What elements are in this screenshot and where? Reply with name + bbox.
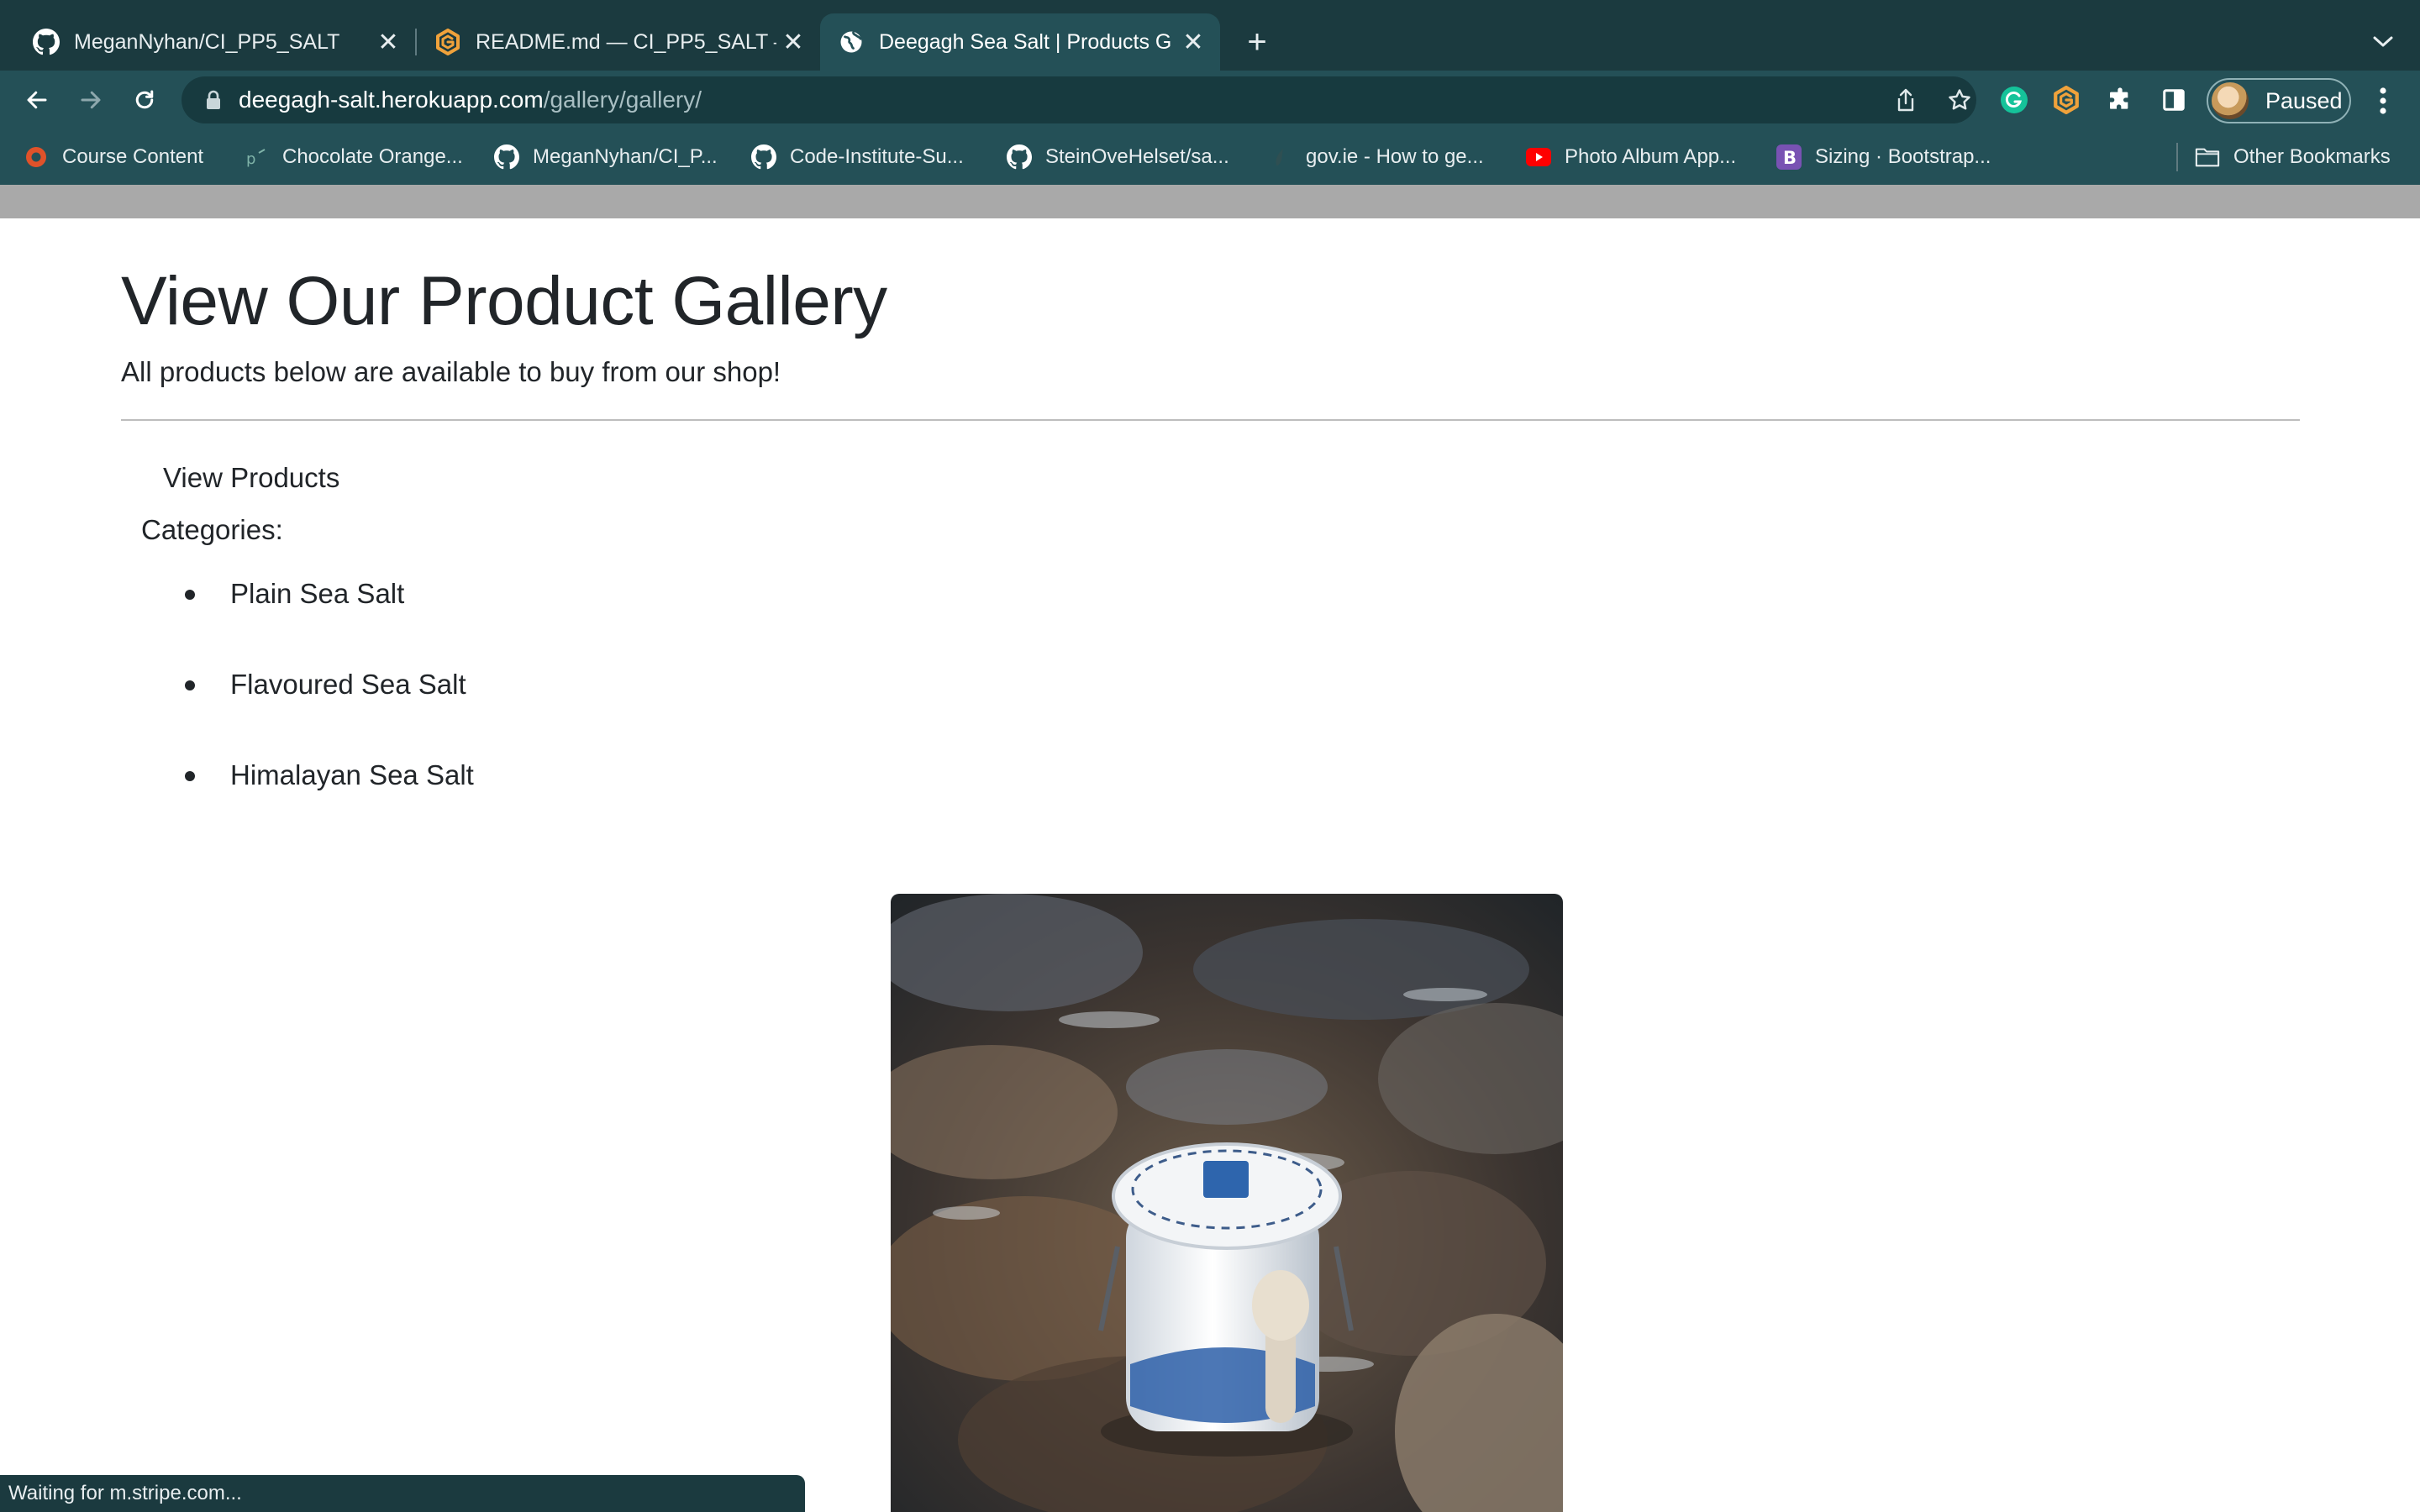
tab-title: MeganNyhan/CI_PP5_SALT: [74, 29, 340, 54]
globe-icon: [837, 28, 865, 56]
tab-github[interactable]: MeganNyhan/CI_PP5_SALT ✕: [0, 13, 415, 71]
bookmark-course-content[interactable]: Course Content: [24, 138, 203, 176]
site-header-bar: [0, 185, 2420, 218]
category-list: Plain Sea Salt Flavoured Sea Salt Himala…: [180, 578, 474, 850]
close-tab-icon[interactable]: ✕: [1176, 25, 1210, 59]
github-icon: [32, 28, 60, 56]
gitpod-icon: [434, 28, 462, 56]
close-tab-icon[interactable]: ✕: [371, 25, 405, 59]
pixel-icon: p: [244, 144, 269, 170]
page-lead: All products below are available to buy …: [121, 356, 781, 387]
bookmark-label: gov.ie - How to ge...: [1306, 145, 1484, 168]
github-icon: [751, 144, 776, 170]
category-item-plain[interactable]: Plain Sea Salt: [180, 578, 474, 669]
forward-icon[interactable]: [71, 80, 111, 120]
bookmark-govie[interactable]: gov.ie - How to ge...: [1267, 138, 1484, 176]
bookmark-label: Code-Institute-Su...: [790, 145, 964, 168]
youtube-icon: [1526, 144, 1551, 170]
github-icon: [494, 144, 519, 170]
category-item-himalayan[interactable]: Himalayan Sea Salt: [180, 759, 474, 850]
url-text: deegagh-salt.herokuapp.com/gallery/galle…: [239, 87, 702, 113]
url-host: deegagh-salt.herokuapp.com: [239, 87, 544, 113]
svg-text:B: B: [1783, 148, 1797, 168]
divider: [121, 419, 2300, 421]
star-icon[interactable]: [1944, 85, 1975, 115]
bookmarks-separator: [2176, 143, 2178, 171]
categories-label: Categories:: [141, 514, 283, 545]
profile-button[interactable]: Paused: [2207, 78, 2351, 123]
view-products-link[interactable]: View Products: [163, 462, 339, 494]
lock-icon[interactable]: [203, 90, 224, 110]
bootstrap-icon: B: [1776, 144, 1802, 170]
extensions-puzzle-icon[interactable]: [2104, 84, 2136, 116]
back-icon[interactable]: [17, 80, 57, 120]
bookmark-other-bookmarks[interactable]: Other Bookmarks: [2195, 138, 2391, 176]
bookmark-label: SteinOveHelset/sa...: [1045, 145, 1229, 168]
avatar: [2212, 82, 2249, 119]
category-label: Flavoured Sea Salt: [230, 669, 466, 700]
bookmark-meganyhan[interactable]: MeganNyhan/CI_P...: [494, 138, 718, 176]
folder-icon: [2195, 144, 2220, 170]
product-gallery-image[interactable]: [891, 894, 1563, 1512]
bookmark-label: MeganNyhan/CI_P...: [533, 145, 718, 168]
tab-readme[interactable]: README.md — CI_PP5_SALT — ✕: [420, 13, 820, 71]
side-panel-icon[interactable]: [2158, 84, 2190, 116]
course-icon: [24, 144, 49, 170]
close-tab-icon[interactable]: ✕: [776, 25, 810, 59]
page-content: View Our Product Gallery All products be…: [0, 218, 2420, 1512]
grammarly-icon[interactable]: [1998, 84, 2030, 116]
profile-status: Paused: [2265, 87, 2343, 113]
browser-toolbar: deegagh-salt.herokuapp.com/gallery/galle…: [0, 71, 2420, 129]
new-tab-icon[interactable]: +: [1239, 24, 1276, 60]
status-bar: Waiting for m.stripe.com...: [0, 1475, 805, 1512]
address-bar[interactable]: deegagh-salt.herokuapp.com/gallery/galle…: [182, 76, 1976, 123]
gitpod-extension-icon[interactable]: [2050, 84, 2082, 116]
tab-separator: [415, 29, 417, 55]
tab-title: README.md — CI_PP5_SALT —: [476, 29, 776, 54]
bookmarks-bar: Course Content p Chocolate Orange... Meg…: [0, 129, 2420, 185]
share-icon[interactable]: [1891, 85, 1921, 115]
reload-icon[interactable]: [124, 80, 165, 120]
bookmark-label: Photo Album App...: [1565, 145, 1737, 168]
category-label: Plain Sea Salt: [230, 578, 405, 609]
url-path: /gallery/gallery/: [543, 87, 702, 113]
bookmark-label: Course Content: [62, 145, 204, 168]
bookmark-label: Other Bookmarks: [2233, 145, 2391, 168]
bookmark-code-institute[interactable]: Code-Institute-Su...: [751, 138, 964, 176]
svg-text:p: p: [246, 150, 255, 168]
tab-strip: MeganNyhan/CI_PP5_SALT ✕ README.md — CI_…: [0, 0, 2420, 71]
bookmark-label: Sizing · Bootstrap...: [1815, 145, 1991, 168]
page-title: View Our Product Gallery: [121, 263, 887, 339]
chevron-down-icon[interactable]: [2366, 25, 2400, 59]
bookmark-steinovehelset[interactable]: SteinOveHelset/sa...: [1007, 138, 1229, 176]
bookmark-label: Chocolate Orange...: [282, 145, 463, 168]
github-icon: [1007, 144, 1032, 170]
tab-deegagh[interactable]: Deegagh Sea Salt | Products G ✕: [820, 13, 1220, 71]
tab-title: Deegagh Sea Salt | Products G: [879, 29, 1172, 54]
bookmark-chocolate-orange[interactable]: p Chocolate Orange...: [244, 138, 463, 176]
govie-icon: [1267, 144, 1292, 170]
more-menu-icon[interactable]: [2366, 82, 2400, 119]
bookmark-bootstrap-sizing[interactable]: B Sizing · Bootstrap...: [1776, 138, 1991, 176]
category-item-flavoured[interactable]: Flavoured Sea Salt: [180, 669, 474, 759]
category-label: Himalayan Sea Salt: [230, 759, 474, 790]
bookmark-photo-album[interactable]: Photo Album App...: [1526, 138, 1736, 176]
